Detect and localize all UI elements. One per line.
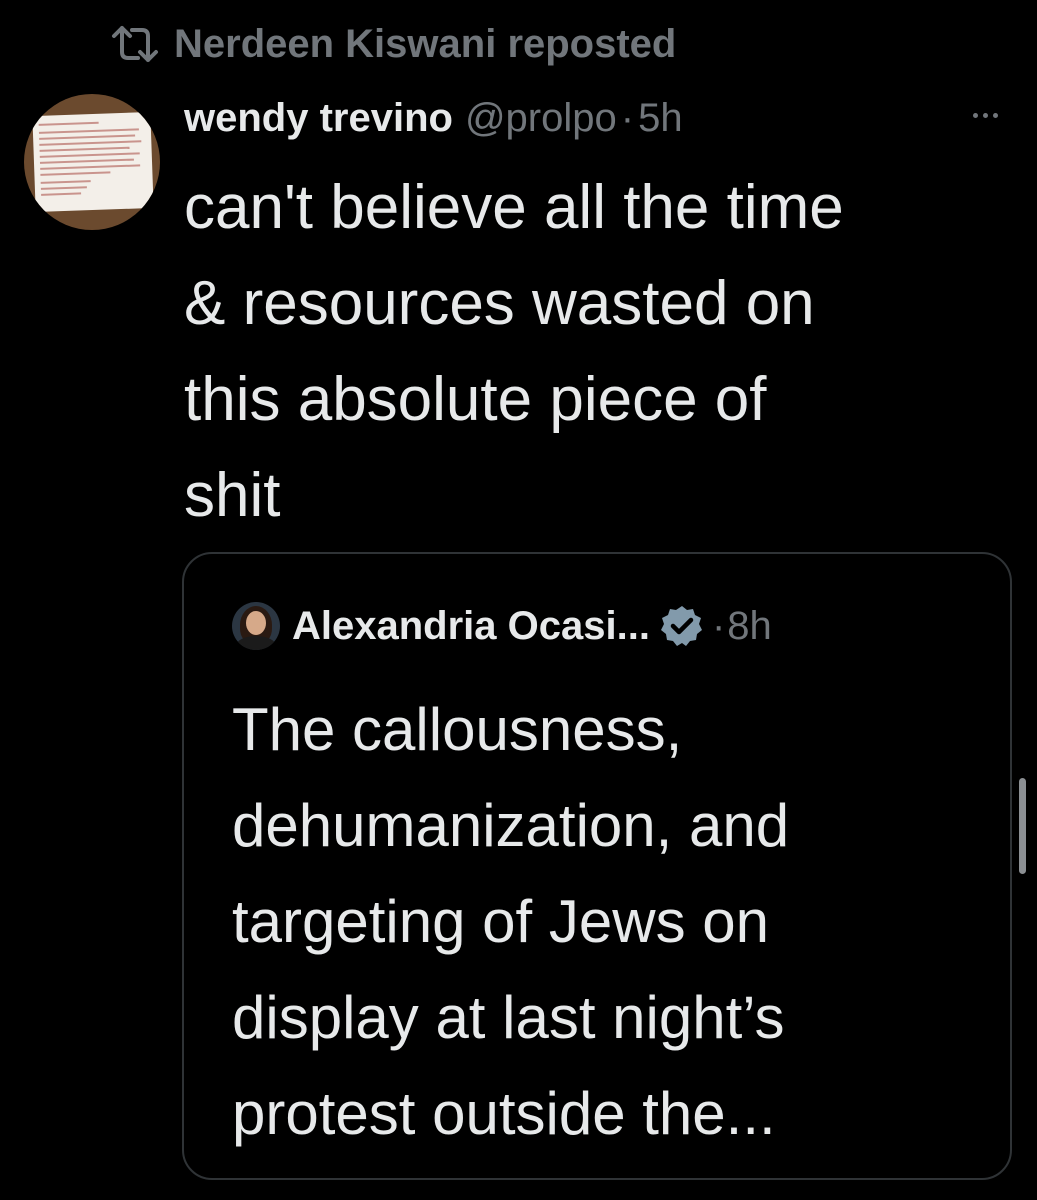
tweet-text-line: this absolute piece of (184, 365, 767, 434)
separator-dot: · (711, 603, 726, 648)
quoted-text-line: dehumanization, and (232, 792, 790, 859)
quoted-tweet-text: The callousness, dehumanization, and tar… (232, 682, 1002, 1162)
scrollbar-thumb[interactable] (1019, 778, 1026, 874)
quoted-tweet-card[interactable]: Alexandria Ocasi... · 8h The callousness… (182, 552, 1012, 1180)
quoted-author-display-name[interactable]: Alexandria Ocasi... (292, 604, 650, 649)
verified-badge-icon (650, 604, 704, 648)
quoted-tweet-timestamp[interactable]: 8h (727, 604, 772, 649)
author-handle[interactable]: @prolpo (465, 96, 617, 141)
quoted-text-line: protest outside the... (232, 1080, 776, 1147)
author-avatar[interactable] (24, 94, 160, 230)
repost-indicator[interactable]: Nerdeen Kiswani reposted (108, 18, 676, 70)
tweet-text-line: can't believe all the time (184, 173, 844, 242)
quoted-text-line: targeting of Jews on (232, 888, 769, 955)
tweet-text-line: & resources wasted on (184, 269, 815, 338)
more-icon[interactable] (960, 100, 1010, 130)
tweet-header: wendy trevino @prolpo · 5h (184, 90, 683, 146)
tweet-text-line: shit (184, 461, 281, 530)
author-display-name[interactable]: wendy trevino (184, 96, 453, 141)
tweet-timestamp[interactable]: 5h (638, 96, 683, 141)
tweet-text: can't believe all the time & resources w… (184, 160, 1014, 544)
repost-icon (108, 24, 162, 64)
quoted-text-line: The callousness, (232, 696, 683, 763)
avatar-image (32, 111, 154, 213)
quoted-tweet-header: Alexandria Ocasi... · 8h (292, 598, 772, 654)
quoted-text-line: display at last night’s (232, 984, 785, 1051)
repost-label[interactable]: Nerdeen Kiswani reposted (174, 22, 676, 67)
separator-dot: · (620, 95, 635, 140)
quoted-author-avatar[interactable] (232, 602, 280, 650)
